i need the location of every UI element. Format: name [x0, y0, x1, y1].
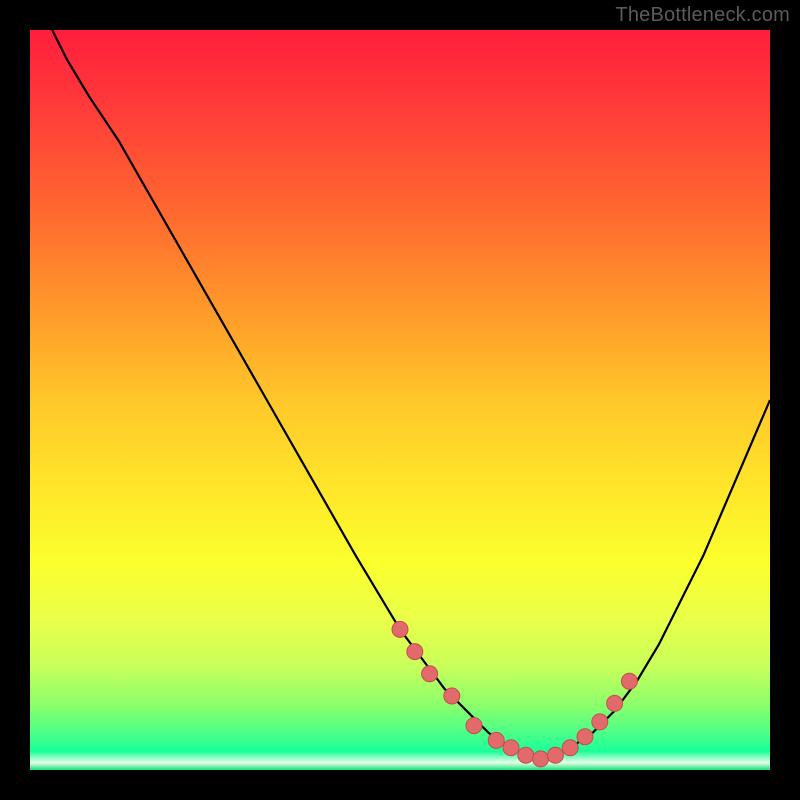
- marker-point: [466, 718, 482, 734]
- marker-point: [503, 740, 519, 756]
- marker-point: [607, 695, 623, 711]
- chart-stage: TheBottleneck.com: [0, 0, 800, 800]
- marker-point: [533, 751, 549, 767]
- marker-point: [621, 673, 637, 689]
- marker-point: [592, 714, 608, 730]
- marker-point: [577, 729, 593, 745]
- marker-point: [547, 747, 563, 763]
- curve-layer: [30, 30, 770, 770]
- marker-point: [488, 732, 504, 748]
- watermark-text: TheBottleneck.com: [615, 4, 790, 27]
- marker-point: [407, 644, 423, 660]
- highlighted-points: [392, 621, 637, 767]
- plot-area: [30, 30, 770, 770]
- marker-point: [444, 688, 460, 704]
- marker-point: [422, 666, 438, 682]
- marker-point: [518, 747, 534, 763]
- marker-point: [392, 621, 408, 637]
- marker-point: [562, 740, 578, 756]
